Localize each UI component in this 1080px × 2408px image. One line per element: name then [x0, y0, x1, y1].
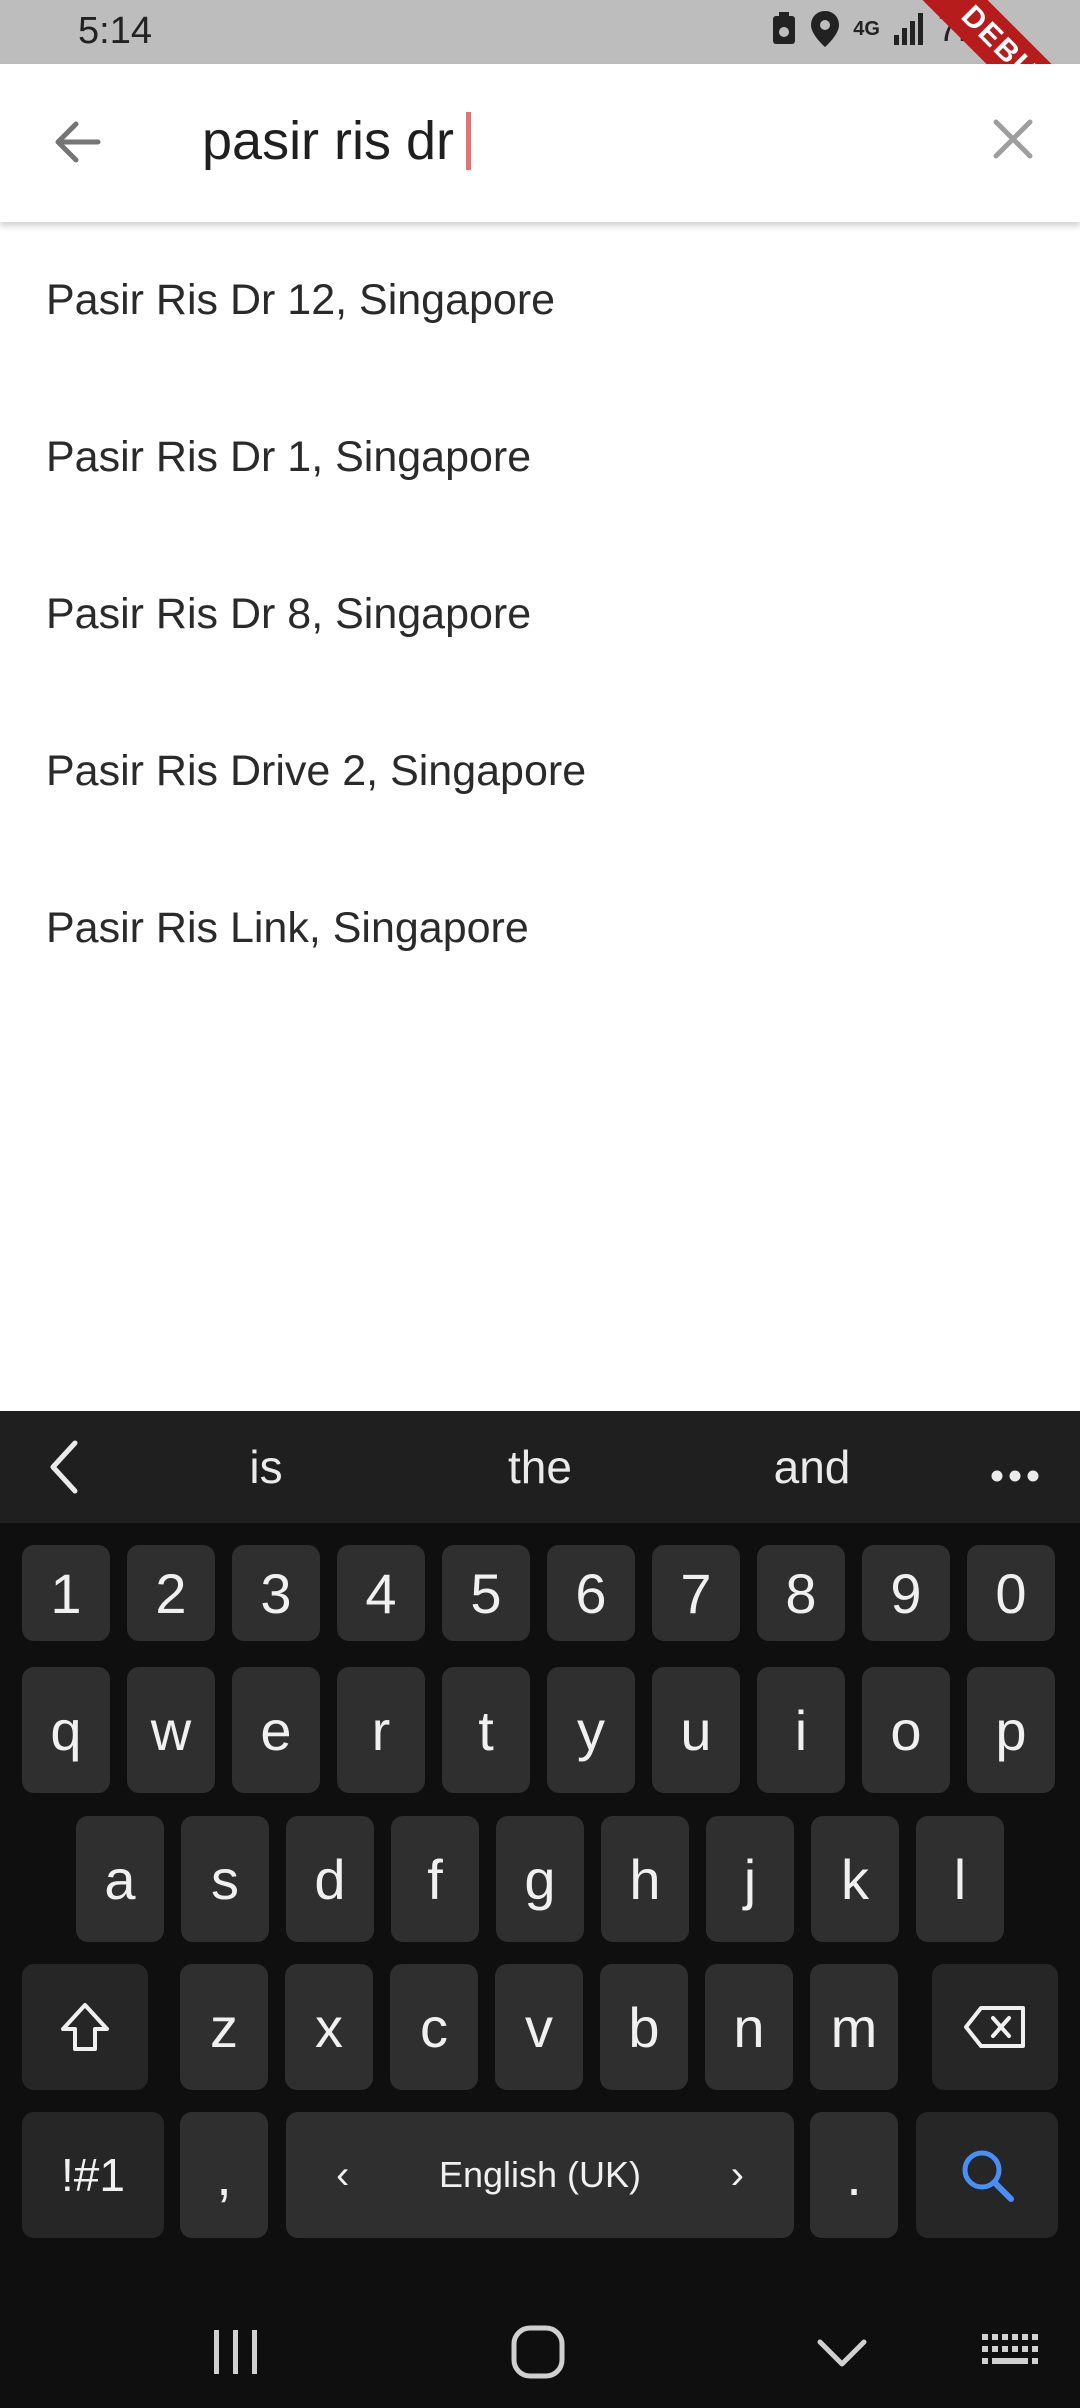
key-2[interactable]: 2 — [127, 1545, 215, 1641]
key-4[interactable]: 4 — [337, 1545, 425, 1641]
key-x[interactable]: x — [285, 1964, 373, 2090]
search-app-bar: pasir ris dr — [0, 64, 1080, 222]
system-nav-bar — [0, 2298, 1080, 2408]
key-c[interactable]: c — [390, 1964, 478, 2090]
space-label: English (UK) — [438, 2154, 642, 2195]
battery-saver-icon — [771, 12, 797, 46]
key-q[interactable]: q — [22, 1667, 110, 1793]
suggestion-item[interactable]: Pasir Ris Dr 8, Singapore — [0, 536, 1080, 693]
backspace-key[interactable] — [932, 1964, 1058, 2090]
key-j[interactable]: j — [706, 1816, 794, 1942]
key-3[interactable]: 3 — [232, 1545, 320, 1641]
key-9[interactable]: 9 — [862, 1545, 950, 1641]
comma-key[interactable]: , — [180, 2112, 268, 2238]
key-z[interactable]: z — [180, 1964, 268, 2090]
network-type-icon: 4G — [853, 17, 880, 40]
suggestion-item[interactable]: Pasir Ris Drive 2, Singapore — [0, 693, 1080, 850]
suggestion-back-button[interactable] — [30, 1411, 100, 1523]
key-y[interactable]: y — [547, 1667, 635, 1793]
status-time: 5:14 — [78, 10, 152, 52]
shift-key[interactable] — [22, 1964, 148, 2090]
keyboard-switch-button[interactable] — [980, 2328, 1040, 2378]
key-g[interactable]: g — [496, 1816, 584, 1942]
key-k[interactable]: k — [811, 1816, 899, 1942]
key-b[interactable]: b — [600, 1964, 688, 2090]
space-key[interactable]: ‹ English (UK) › — [286, 2112, 794, 2238]
search-key[interactable] — [916, 2112, 1058, 2238]
arrow-left-icon — [55, 121, 101, 163]
key-1[interactable]: 1 — [22, 1545, 110, 1641]
keyboard-suggestion-bar: is the and — [0, 1411, 1080, 1523]
symbols-key[interactable]: !#1 — [22, 2112, 164, 2238]
key-7[interactable]: 7 — [652, 1545, 740, 1641]
key-w[interactable]: w — [127, 1667, 215, 1793]
word-suggestion[interactable]: the — [440, 1411, 640, 1523]
key-m[interactable]: m — [810, 1964, 898, 2090]
key-e[interactable]: e — [232, 1667, 320, 1793]
key-s[interactable]: s — [181, 1816, 269, 1942]
key-a[interactable]: a — [76, 1816, 164, 1942]
key-u[interactable]: u — [652, 1667, 740, 1793]
close-icon — [993, 119, 1033, 159]
recent-apps-button[interactable] — [206, 2322, 266, 2382]
shift-icon — [61, 2003, 109, 2051]
search-icon — [962, 2150, 1014, 2202]
key-r[interactable]: r — [337, 1667, 425, 1793]
period-key[interactable]: . — [810, 2112, 898, 2238]
key-l[interactable]: l — [916, 1816, 1004, 1942]
language-next-icon: › — [730, 2152, 744, 2197]
signal-icon — [893, 13, 924, 45]
clear-search-button[interactable] — [988, 114, 1038, 164]
location-icon — [811, 11, 840, 47]
suggestion-item[interactable]: Pasir Ris Link, Singapore — [0, 850, 1080, 1007]
text-cursor — [466, 112, 472, 170]
suggestion-item[interactable]: Pasir Ris Dr 1, Singapore — [0, 379, 1080, 536]
suggestion-list: Pasir Ris Dr 12, Singapore Pasir Ris Dr … — [0, 222, 1080, 1007]
recent-apps-icon — [214, 2330, 257, 2374]
key-t[interactable]: t — [442, 1667, 530, 1793]
search-query-text: pasir ris dr — [202, 111, 455, 171]
key-8[interactable]: 8 — [757, 1545, 845, 1641]
word-suggestion[interactable]: and — [712, 1411, 912, 1523]
key-v[interactable]: v — [495, 1964, 583, 2090]
key-5[interactable]: 5 — [442, 1545, 530, 1641]
status-bar: 5:14 4G 71% DEBUG — [0, 0, 1080, 162]
chevron-left-icon — [50, 1440, 78, 1494]
key-f[interactable]: f — [391, 1816, 479, 1942]
language-prev-icon: ‹ — [336, 2152, 350, 2197]
soft-keyboard: is the and !#1 , ‹ English (UK) › . 1 2 … — [0, 1411, 1080, 2408]
key-0[interactable]: 0 — [967, 1545, 1055, 1641]
search-input[interactable]: pasir ris dr — [202, 106, 472, 176]
back-button[interactable] — [48, 112, 108, 172]
key-o[interactable]: o — [862, 1667, 950, 1793]
hide-keyboard-button[interactable] — [812, 2322, 872, 2382]
key-n[interactable]: n — [705, 1964, 793, 2090]
key-p[interactable]: p — [967, 1667, 1055, 1793]
chevron-down-icon — [817, 2339, 867, 2367]
key-6[interactable]: 6 — [547, 1545, 635, 1641]
word-suggestion[interactable]: is — [166, 1411, 366, 1523]
suggestion-item[interactable]: Pasir Ris Dr 12, Singapore — [0, 222, 1080, 379]
key-i[interactable]: i — [757, 1667, 845, 1793]
key-h[interactable]: h — [601, 1816, 689, 1942]
home-button[interactable] — [508, 2322, 568, 2382]
home-icon — [511, 2325, 565, 2379]
more-options-button[interactable] — [975, 1411, 1055, 1523]
more-horizontal-icon — [991, 1470, 1039, 1482]
key-d[interactable]: d — [286, 1816, 374, 1942]
keyboard-icon — [982, 2334, 1038, 2364]
backspace-icon — [964, 2006, 1025, 2048]
